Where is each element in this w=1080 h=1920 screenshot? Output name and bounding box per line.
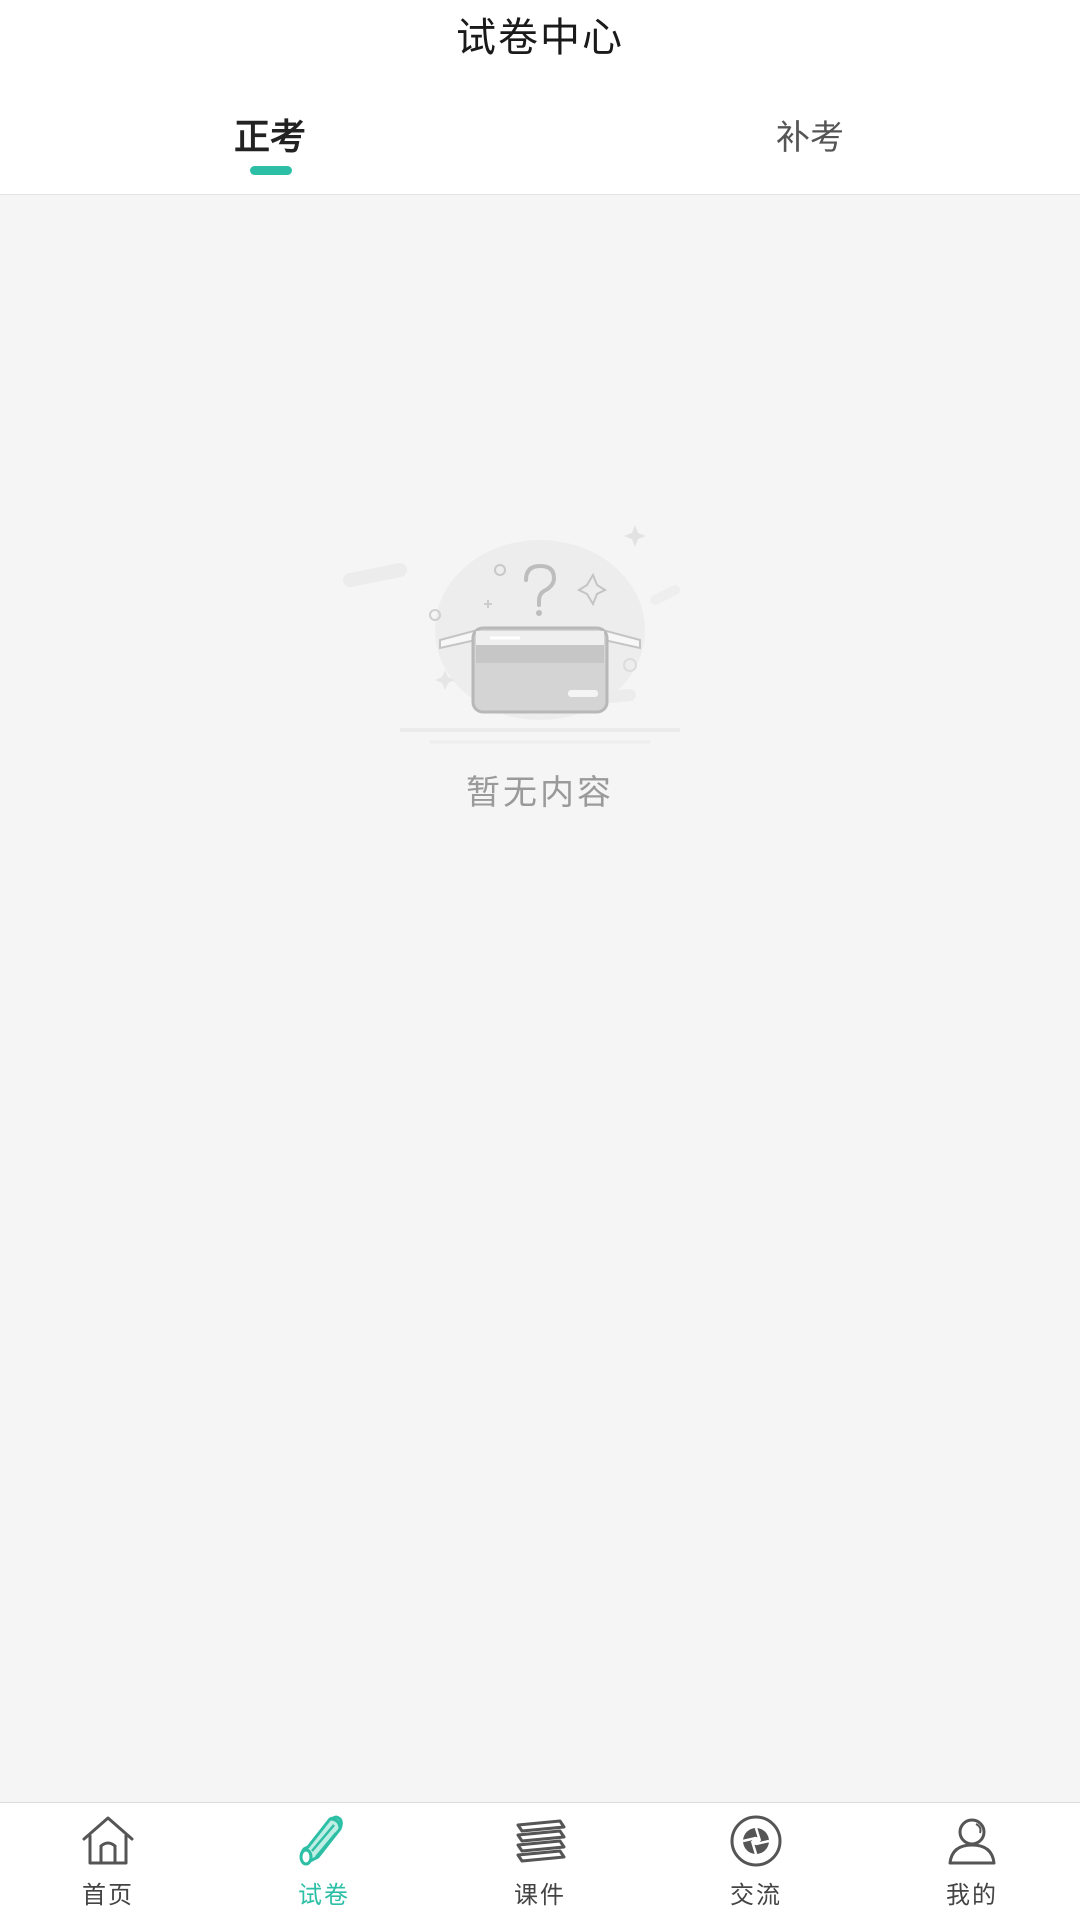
tabbar-label: 交流 [730, 1881, 782, 1909]
exam-paper-icon [299, 1815, 343, 1866]
header: 试卷中心 正考 补考 [0, 0, 1080, 195]
tab-label: 补考 [776, 118, 844, 158]
empty-state-text: 暂无内容 [466, 773, 614, 813]
tabbar-item-exam[interactable]: 试卷 [216, 1803, 432, 1920]
user-icon [948, 1818, 996, 1865]
tabbar-label: 课件 [514, 1881, 566, 1909]
courseware-stack-icon [516, 1819, 566, 1863]
tab-makeup-exam[interactable]: 补考 [710, 108, 910, 174]
bottom-tab-bar: 首页 试卷 课件 交流 我的 [0, 1802, 1080, 1920]
tabbar-item-home[interactable]: 首页 [0, 1803, 216, 1920]
page-title: 试卷中心 [456, 15, 624, 61]
home-icon [82, 1816, 134, 1865]
tab-label: 正考 [233, 117, 306, 158]
active-tab-indicator [250, 166, 292, 175]
tabbar-label: 首页 [82, 1881, 134, 1909]
tab-regular-exam[interactable]: 正考 [170, 108, 370, 174]
tabbar-item-courseware[interactable]: 课件 [432, 1803, 648, 1920]
tabbar-item-exchange[interactable]: 交流 [648, 1803, 864, 1920]
empty-state: 暂无内容 [340, 510, 740, 813]
tabbar-label: 试卷 [298, 1881, 350, 1909]
app-screen: 试卷中心 正考 补考 暂无内容 首页 试卷 课件 交流 我的 [0, 0, 1080, 1920]
tabbar-label: 我的 [946, 1881, 998, 1909]
tabbar-item-mine[interactable]: 我的 [864, 1803, 1080, 1920]
aperture-icon [730, 1815, 782, 1867]
empty-box-icon [343, 525, 680, 744]
